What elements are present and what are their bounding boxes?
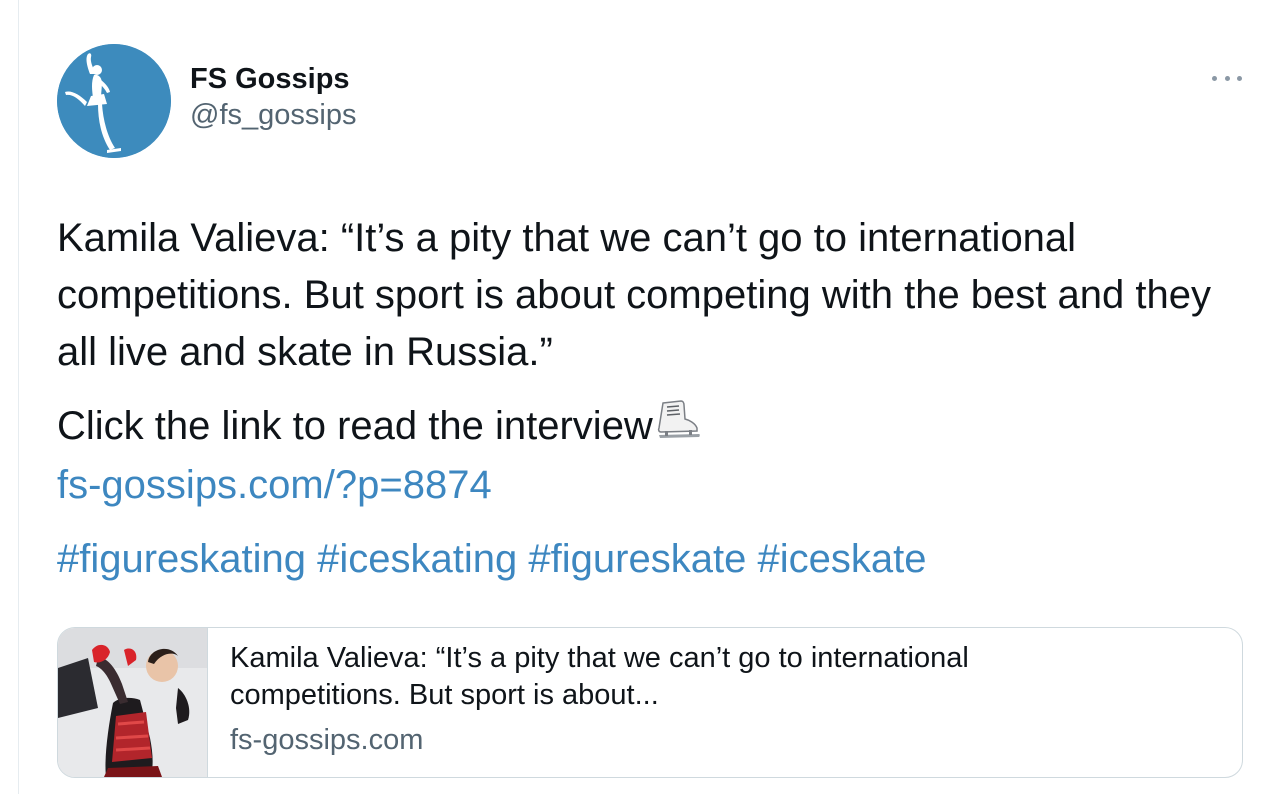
card-title[interactable]: Kamila Valieva: “It’s a pity that we can… bbox=[230, 640, 1130, 714]
tweet-cta-paragraph: Click the link to read the interview bbox=[57, 398, 1242, 457]
hashtags: #figureskating #iceskating #figureskate … bbox=[57, 531, 1242, 588]
figure-skater-icon bbox=[57, 44, 171, 158]
hashtag[interactable]: #figureskate bbox=[528, 537, 746, 581]
author-handle[interactable]: @fs_gossips bbox=[190, 97, 356, 133]
tweet-text: Kamila Valieva: “It’s a pity that we can… bbox=[57, 210, 1242, 514]
tweet-header: FS Gossips @fs_gossips bbox=[57, 44, 1242, 158]
skater-photo bbox=[58, 628, 207, 777]
card-domain: fs-gossips.com bbox=[230, 724, 424, 756]
tweet-quote: Kamila Valieva: “It’s a pity that we can… bbox=[57, 216, 1211, 374]
link-preview-card[interactable]: Kamila Valieva: “It’s a pity that we can… bbox=[57, 627, 1243, 778]
ice-skate-icon bbox=[655, 399, 701, 457]
tweet-cta-text: Click the link to read the interview bbox=[57, 404, 653, 448]
card-text: Kamila Valieva: “It’s a pity that we can… bbox=[208, 628, 1130, 777]
hashtag[interactable]: #figureskating bbox=[57, 537, 306, 581]
tweet-page: FS Gossips @fs_gossips Kamila Valieva: “… bbox=[0, 0, 1280, 794]
card-thumbnail bbox=[58, 628, 208, 777]
more-options-icon[interactable] bbox=[1212, 68, 1242, 88]
hashtag[interactable]: #iceskate bbox=[757, 537, 926, 581]
tweet[interactable]: FS Gossips @fs_gossips Kamila Valieva: “… bbox=[57, 44, 1242, 588]
author-names: FS Gossips @fs_gossips bbox=[190, 61, 356, 133]
author-display-name[interactable]: FS Gossips bbox=[190, 61, 356, 97]
hashtag[interactable]: #iceskating bbox=[317, 537, 517, 581]
column-divider bbox=[18, 0, 19, 794]
tweet-link[interactable]: fs-gossips.com/?p=8874 bbox=[57, 463, 492, 507]
avatar[interactable] bbox=[57, 44, 171, 158]
